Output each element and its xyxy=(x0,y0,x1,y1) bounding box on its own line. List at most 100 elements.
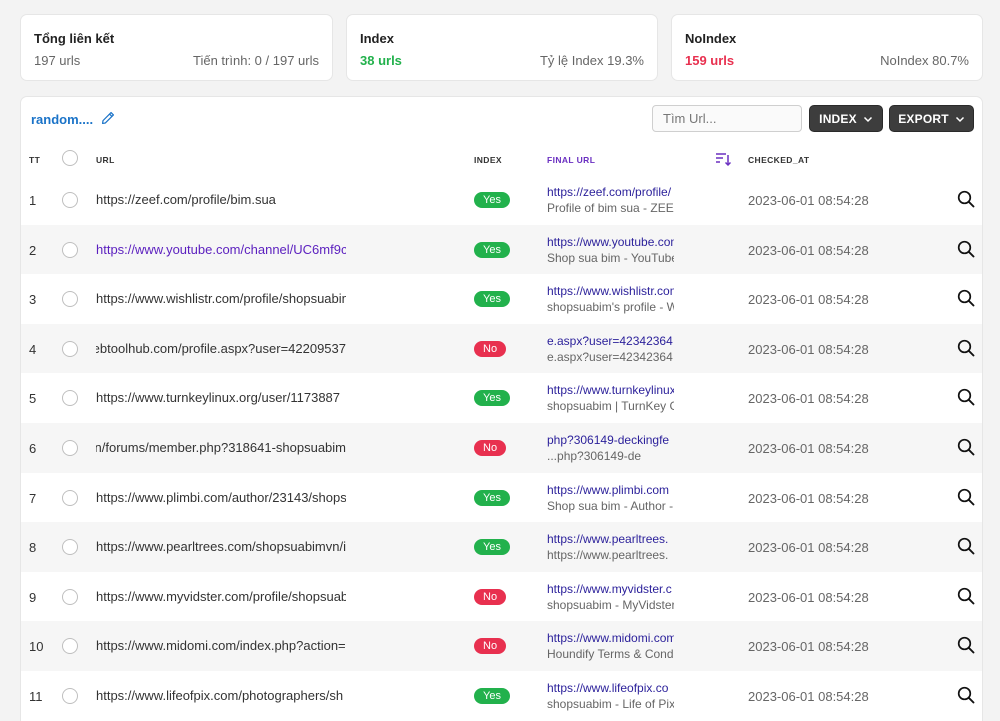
search-icon[interactable] xyxy=(957,339,975,357)
table-row: 5 https://www.turnkeylinux.org/user/11738… xyxy=(21,373,982,423)
search-icon[interactable] xyxy=(957,438,975,456)
row-number: 10 xyxy=(29,639,44,655)
row-number: 3 xyxy=(29,292,37,308)
pencil-icon[interactable] xyxy=(101,111,115,125)
final-url-title: e.aspx?user=42342364 xyxy=(547,349,673,364)
index-status-badge: No xyxy=(474,340,507,357)
final-url-cell: https://www.wishlistr.com shopsuabim's pr… xyxy=(547,283,674,315)
row-checkbox[interactable] xyxy=(62,241,78,258)
card-ratio: Tỷ lệ Index 19.3% xyxy=(539,53,644,68)
card-value: 159 urls xyxy=(685,53,735,68)
final-url-cell: php?306149-deckingfe php?306149-de... xyxy=(547,432,674,464)
sort-icon[interactable] xyxy=(715,151,731,167)
index-status-badge: Yes xyxy=(474,390,510,407)
index-status-badge: Yes xyxy=(474,489,510,506)
row-checkbox[interactable] xyxy=(62,291,78,308)
row-number: 5 xyxy=(29,391,37,407)
search-icon[interactable] xyxy=(957,587,975,605)
row-checkbox[interactable] xyxy=(62,687,78,704)
row-checkbox[interactable] xyxy=(62,588,78,605)
index-status-badge: No xyxy=(474,588,507,605)
final-url-link[interactable]: https://www.turnkeylinux xyxy=(547,382,674,398)
row-number: 6 xyxy=(29,440,37,456)
row-checkbox[interactable] xyxy=(62,439,78,456)
index-filter-button[interactable]: INDEX xyxy=(809,105,883,132)
table-row: 7 https://www.plimbi.com/author/23143/sho… xyxy=(21,473,982,523)
table-body: 1 https://zeef.com/profile/bim.sua Yes http… xyxy=(21,175,982,721)
row-url[interactable]: https://www.lifeofpix.com/photographers/… xyxy=(96,688,346,703)
chevron-down-icon xyxy=(955,116,964,122)
row-url[interactable]: https://www.turnkeylinux.org/user/117388… xyxy=(96,390,346,405)
row-checkbox[interactable] xyxy=(62,489,78,506)
index-status-badge: Yes xyxy=(474,291,510,308)
project-name-link[interactable]: random.... xyxy=(31,112,93,127)
index-status-badge: Yes xyxy=(474,687,510,704)
final-url-link[interactable]: php?306149-deckingfe xyxy=(547,432,674,448)
final-url-link[interactable]: https://zeef.com/profile/ xyxy=(547,184,674,200)
final-url-cell: e.aspx?user=42342364 e.aspx?user=42342364 xyxy=(547,333,674,365)
column-header-checked-at[interactable]: CHECKED_AT xyxy=(748,155,809,165)
search-icon[interactable] xyxy=(957,488,975,506)
final-url-link[interactable]: https://www.wishlistr.com xyxy=(547,283,674,299)
search-icon[interactable] xyxy=(957,289,975,307)
search-icon[interactable] xyxy=(957,537,975,555)
card-progress: Tiến trình: 0 / 197 urls xyxy=(193,53,319,68)
index-status-badge: No xyxy=(474,439,507,456)
final-url-cell: https://www.myvidster.c shopsuabim - MyVi… xyxy=(547,581,674,613)
final-url-link[interactable]: https://www.pearltrees. xyxy=(547,531,674,547)
column-header-index[interactable]: INDEX xyxy=(474,155,502,165)
search-icon[interactable] xyxy=(957,686,975,704)
final-url-link[interactable]: https://www.myvidster.c xyxy=(547,581,674,597)
row-url[interactable]: n/forums/member.php?318641-shopsuabim xyxy=(96,440,346,455)
final-url-link[interactable]: https://www.midomi.com xyxy=(547,630,674,646)
row-checkbox[interactable] xyxy=(62,192,78,208)
row-url[interactable]: https://www.youtube.com/channel/UC6mf9c xyxy=(96,242,346,257)
final-url-link[interactable]: e.aspx?user=42342364 xyxy=(547,333,674,349)
final-url-link[interactable]: https://www.youtube.com xyxy=(547,234,674,250)
row-checkbox[interactable] xyxy=(62,340,78,357)
export-button[interactable]: EXPORT xyxy=(889,105,974,132)
row-url[interactable]: https://www.wishlistr.com/profile/shopsu… xyxy=(96,291,346,306)
chevron-down-icon xyxy=(863,116,872,122)
final-url-title: Profile of bim sua - ZEEF xyxy=(547,201,674,215)
index-status-badge: No xyxy=(474,638,507,655)
row-url[interactable]: https://www.myvidster.com/profile/shopsu… xyxy=(96,589,346,604)
final-url-link[interactable]: https://www.plimbi.com xyxy=(547,482,674,498)
search-icon[interactable] xyxy=(957,190,975,208)
checked-at: 2023-06-01 08:54:28 xyxy=(748,242,869,258)
final-url-cell: https://zeef.com/profile/Profile of bim … xyxy=(547,184,674,216)
select-all-checkbox[interactable] xyxy=(62,150,78,166)
final-url-cell: https://www.youtube.com Shop sua bim - Yo… xyxy=(547,234,674,266)
results-panel: random.... INDEX EXPORT TT URL INDEX FIN… xyxy=(20,96,983,721)
search-icon[interactable] xyxy=(957,388,975,406)
row-checkbox[interactable] xyxy=(62,390,78,407)
column-header-final-url[interactable]: FINAL URL xyxy=(547,155,595,165)
card-title: Tổng liên kết xyxy=(34,31,115,46)
row-url[interactable]: https://www.plimbi.com/author/23143/shop… xyxy=(96,490,346,505)
search-icon[interactable] xyxy=(957,636,975,654)
row-url[interactable]: ebtoolhub.com/profile.aspx?user=42209537 xyxy=(96,341,346,356)
final-url-title: Houndify Terms & Cond xyxy=(547,647,674,662)
row-number: 1 xyxy=(29,193,37,208)
card-value: 197 urls xyxy=(34,53,81,68)
index-status-badge: Yes xyxy=(474,539,510,556)
column-header-tt[interactable]: TT xyxy=(29,155,40,165)
checked-at: 2023-06-01 08:54:28 xyxy=(748,540,869,556)
final-url-title: shopsuabim - MyVidster xyxy=(547,597,674,612)
row-url[interactable]: https://www.pearltrees.com/shopsuabimvn/… xyxy=(96,539,346,554)
table-row: 4 ebtoolhub.com/profile.aspx?user=4220953… xyxy=(21,323,982,374)
final-url-title: Shop sua bim - YouTube xyxy=(547,250,674,265)
row-checkbox[interactable] xyxy=(62,539,78,556)
row-number: 4 xyxy=(29,341,37,357)
final-url-title: shopsuabim - Life of Pix xyxy=(547,696,674,711)
search-icon[interactable] xyxy=(957,240,975,258)
row-url[interactable]: https://zeef.com/profile/bim.sua xyxy=(96,192,346,207)
search-input[interactable] xyxy=(652,105,802,132)
row-number: 9 xyxy=(29,589,37,605)
row-checkbox[interactable] xyxy=(62,638,78,655)
table-row: 6 n/forums/member.php?318641-shopsuabim No… xyxy=(21,422,982,473)
checked-at: 2023-06-01 08:54:28 xyxy=(748,688,869,704)
column-header-url[interactable]: URL xyxy=(96,155,115,165)
final-url-link[interactable]: https://www.lifeofpix.co xyxy=(547,680,674,696)
row-url[interactable]: https://www.midomi.com/index.php?action= xyxy=(96,638,346,653)
